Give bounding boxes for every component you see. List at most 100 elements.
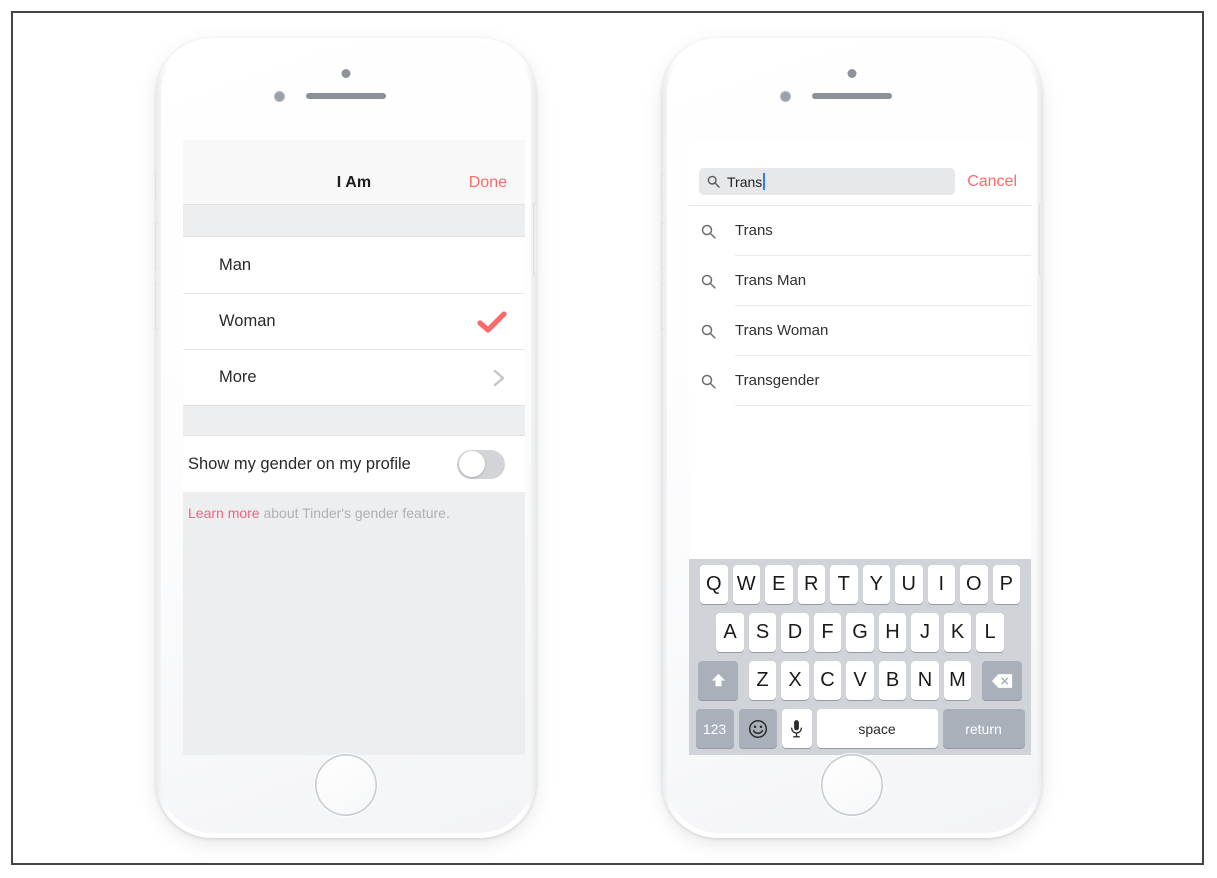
shift-arrow-icon	[711, 673, 725, 687]
option-more[interactable]: More	[183, 349, 525, 405]
backspace-key[interactable]	[981, 661, 1022, 700]
home-button[interactable]	[315, 754, 377, 816]
keyboard-row-3: Z X C V B N M	[692, 661, 1028, 700]
dictation-key[interactable]	[781, 709, 812, 748]
search-bar: Trans Cancel	[689, 140, 1031, 206]
chevron-right-icon	[491, 366, 507, 390]
volume-up-button[interactable]	[155, 223, 159, 269]
silent-switch[interactable]	[155, 173, 159, 199]
show-gender-row[interactable]: Show my gender on my profile	[183, 436, 525, 492]
volume-down-button[interactable]	[155, 283, 159, 329]
results-empty-area	[689, 406, 1031, 559]
search-result-label: Transgender	[735, 356, 1031, 406]
emoji-smiley-icon	[748, 719, 767, 738]
proximity-sensor-icon	[780, 91, 791, 102]
option-woman[interactable]: Woman	[183, 293, 525, 349]
search-icon	[701, 274, 735, 289]
option-label: Woman	[219, 312, 276, 330]
screenshot-frame: I Am Done Man Woman More Show my gender …	[11, 11, 1204, 865]
search-result-label: Trans Woman	[735, 306, 1031, 356]
keyboard-row-2: A S D F G H J K L	[692, 613, 1028, 652]
footnote: Learn more about Tinder's gender feature…	[183, 492, 525, 523]
search-result-item[interactable]: Transgender	[689, 356, 1031, 406]
key-w[interactable]: W	[732, 565, 760, 604]
key-k[interactable]: K	[943, 613, 972, 652]
option-man[interactable]: Man	[183, 237, 525, 293]
learn-more-link[interactable]: Learn more	[188, 505, 260, 521]
key-f[interactable]: F	[813, 613, 842, 652]
empty-area	[183, 522, 525, 755]
home-button[interactable]	[821, 754, 883, 816]
front-camera-icon	[341, 69, 351, 78]
option-label: More	[219, 368, 257, 386]
key-v[interactable]: V	[846, 661, 874, 700]
microphone-icon	[791, 719, 802, 737]
key-d[interactable]: D	[781, 613, 809, 652]
proximity-sensor-icon	[274, 91, 285, 102]
keyboard-row-1: Q W E R T Y U I O P	[692, 565, 1028, 604]
gender-options-list: Man Woman More	[183, 237, 525, 405]
section-gap-middle	[183, 405, 525, 436]
search-result-item[interactable]: Trans Man	[689, 256, 1031, 306]
key-y[interactable]: Y	[862, 565, 890, 604]
key-u[interactable]: U	[895, 565, 923, 604]
screen-gender-search: Trans Cancel Trans Trans Man Trans Woman…	[689, 140, 1031, 755]
key-i[interactable]: I	[927, 565, 955, 604]
volume-down-button[interactable]	[661, 283, 665, 329]
volume-up-button[interactable]	[661, 223, 665, 269]
key-q[interactable]: Q	[700, 565, 728, 604]
search-results-list: Trans Trans Man Trans Woman Transgender	[689, 206, 1031, 406]
key-o[interactable]: O	[960, 565, 988, 604]
search-input-value: Trans	[727, 173, 763, 190]
footnote-text: about Tinder's gender feature.	[259, 505, 450, 521]
phone-right: Trans Cancel Trans Trans Man Trans Woman…	[661, 38, 1043, 838]
front-camera-icon	[847, 69, 857, 78]
key-z[interactable]: Z	[748, 661, 777, 700]
search-result-item[interactable]: Trans Woman	[689, 306, 1031, 356]
emoji-key[interactable]	[738, 709, 777, 748]
key-n[interactable]: N	[911, 661, 939, 700]
backspace-icon	[991, 673, 1012, 688]
search-icon	[701, 224, 735, 239]
option-label: Man	[219, 255, 252, 274]
key-p[interactable]: P	[992, 565, 1020, 604]
keyboard-row-4: 123 space return	[692, 709, 1028, 748]
key-c[interactable]: C	[813, 661, 842, 700]
shift-key[interactable]	[698, 661, 739, 700]
cancel-button[interactable]: Cancel	[967, 173, 1017, 191]
key-b[interactable]: B	[878, 661, 907, 700]
search-icon	[707, 175, 720, 188]
search-icon	[701, 374, 735, 389]
search-result-label: Trans	[735, 206, 1031, 256]
key-t[interactable]: T	[830, 565, 858, 604]
key-j[interactable]: J	[911, 613, 939, 652]
return-key[interactable]: return	[942, 709, 1025, 748]
earpiece-speaker	[812, 93, 892, 99]
navigation-bar: I Am Done	[183, 140, 525, 205]
screen-i-am: I Am Done Man Woman More Show my gender …	[183, 140, 525, 755]
section-gap-top	[183, 205, 525, 237]
key-e[interactable]: E	[765, 565, 793, 604]
show-gender-label: Show my gender on my profile	[188, 454, 411, 473]
key-x[interactable]: X	[781, 661, 809, 700]
numbers-key[interactable]: 123	[695, 709, 734, 748]
show-gender-toggle[interactable]	[457, 449, 505, 479]
key-a[interactable]: A	[716, 613, 744, 652]
silent-switch[interactable]	[661, 173, 665, 199]
key-h[interactable]: H	[878, 613, 907, 652]
earpiece-speaker	[306, 93, 386, 99]
search-input[interactable]: Trans	[699, 168, 956, 195]
key-r[interactable]: R	[797, 565, 825, 604]
checkmark-icon	[477, 310, 507, 334]
phone-left: I Am Done Man Woman More Show my gender …	[155, 38, 537, 838]
key-g[interactable]: G	[846, 613, 874, 652]
done-button[interactable]: Done	[469, 174, 507, 192]
search-result-item[interactable]: Trans	[689, 206, 1031, 256]
power-button[interactable]	[533, 203, 537, 275]
key-s[interactable]: S	[748, 613, 777, 652]
key-l[interactable]: L	[976, 613, 1004, 652]
power-button[interactable]	[1039, 203, 1043, 275]
space-key[interactable]: space	[816, 709, 938, 748]
key-m[interactable]: M	[943, 661, 972, 700]
onscreen-keyboard: Q W E R T Y U I O P A S D F G H J K L Z …	[689, 559, 1031, 755]
